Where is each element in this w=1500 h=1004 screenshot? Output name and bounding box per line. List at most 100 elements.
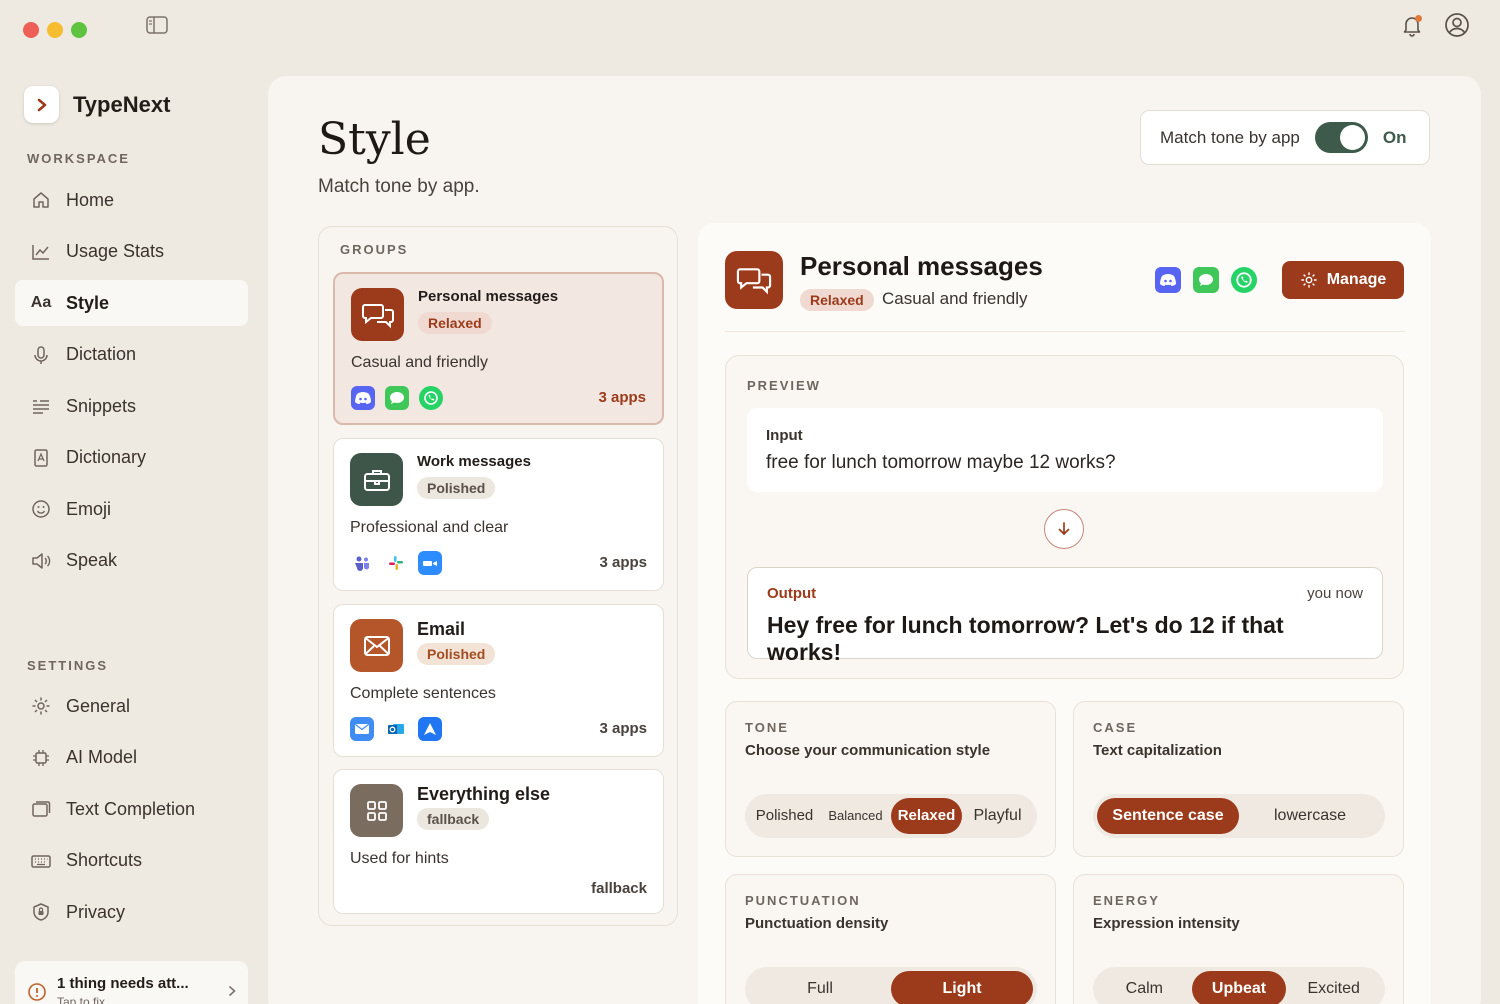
group-detail-panel: Personal messages Relaxed Casual and fri…: [698, 223, 1431, 1004]
sidebar-item-usage-stats[interactable]: Usage Stats: [15, 229, 248, 275]
sidebar-item-label: Home: [66, 189, 115, 210]
group-app-icons: [350, 551, 442, 575]
sidebar-item-dictation[interactable]: Dictation: [15, 332, 248, 378]
app-name: TypeNext: [73, 91, 171, 117]
text-style-icon: Aa: [30, 294, 52, 311]
messages-icon: [385, 386, 409, 410]
tone-option-polished[interactable]: Polished: [749, 798, 820, 834]
bell-icon[interactable]: [1400, 13, 1424, 37]
sidebar-item-label: Speak: [66, 550, 118, 570]
tone-option-playful[interactable]: Playful: [962, 798, 1033, 834]
gear-icon: [30, 695, 52, 717]
group-description: Casual and friendly: [351, 354, 488, 371]
account-icon[interactable]: [1444, 12, 1470, 38]
divider: [725, 331, 1405, 332]
preview-output-label: Output: [767, 585, 817, 602]
group-name: Work messages: [417, 453, 531, 470]
sidebar-item-snippets[interactable]: Snippets: [15, 383, 248, 429]
sidebar-item-style[interactable]: Aa Style: [15, 280, 248, 326]
case-subtitle: Text capitalization: [1093, 742, 1222, 759]
app-logo-icon: [24, 86, 59, 123]
minimize-window-button[interactable]: [47, 22, 63, 38]
snippets-icon: [30, 395, 52, 417]
sidebar-item-emoji[interactable]: Emoji: [15, 486, 248, 532]
briefcase-icon: [350, 453, 403, 506]
window-icon: [30, 798, 52, 820]
preview-input-box: Input free for lunch tomorrow maybe 12 w…: [747, 408, 1383, 492]
main-panel: Style Match tone by app. Match tone by a…: [268, 76, 1481, 1004]
group-card-email[interactable]: Email Polished Complete sentences 3 apps: [333, 604, 664, 757]
case-option-lowercase[interactable]: lowercase: [1239, 798, 1381, 834]
punctuation-option-light[interactable]: Light: [891, 971, 1033, 1004]
punctuation-option-full[interactable]: Full: [749, 971, 891, 1004]
keyboard-icon: [30, 850, 52, 872]
sidebar-item-ai-model[interactable]: AI Model: [15, 735, 248, 781]
teams-icon: [350, 551, 374, 575]
sidebar-item-shortcuts[interactable]: Shortcuts: [15, 838, 248, 884]
tone-subtitle: Choose your communication style: [745, 742, 991, 759]
case-option-sentence-case[interactable]: Sentence case: [1097, 798, 1239, 834]
page-subtitle: Match tone by app.: [318, 176, 480, 197]
punctuation-label: PUNCTUATION: [745, 893, 861, 908]
group-tone-badge: Polished: [417, 643, 496, 665]
match-tone-label: Match tone by app: [1160, 127, 1300, 147]
sidebar-item-label: Shortcuts: [66, 850, 143, 870]
chip-icon: [30, 747, 52, 769]
group-app-icons: [350, 717, 442, 741]
zoom-window-button[interactable]: [71, 22, 87, 38]
book-icon: [30, 447, 52, 469]
case-label: CASE: [1093, 720, 1138, 735]
group-tone-badge: fallback: [417, 808, 490, 830]
workspace-section-label: WORKSPACE: [27, 151, 130, 166]
brand: TypeNext: [24, 86, 170, 123]
energy-option-calm[interactable]: Calm: [1097, 971, 1192, 1004]
group-app-icons: [351, 386, 443, 410]
case-card: CASE Text capitalization Sentence case l…: [1073, 701, 1404, 857]
arrow-down-icon: [1044, 509, 1084, 549]
sidebar-item-text-completion[interactable]: Text Completion: [15, 786, 248, 832]
attention-banner[interactable]: 1 thing needs att... Tap to fix: [15, 961, 248, 1004]
group-name: Personal messages: [418, 288, 559, 305]
attention-title: 1 thing needs att...: [57, 975, 189, 992]
punctuation-card: PUNCTUATION Punctuation density Full Lig…: [725, 874, 1056, 1004]
mail-icon: [350, 717, 374, 741]
group-app-count: 3 apps: [598, 389, 646, 406]
punctuation-subtitle: Punctuation density: [745, 915, 889, 932]
sidebar-item-label: AI Model: [66, 747, 138, 767]
sidebar-item-label: Usage Stats: [66, 241, 165, 261]
sidebar-item-label: Snippets: [66, 395, 137, 416]
group-card-everything-else[interactable]: Everything else fallback Used for hints …: [333, 769, 664, 914]
sidebar-toggle-icon[interactable]: [146, 16, 168, 34]
tone-option-balanced[interactable]: Balanced: [820, 798, 891, 834]
tone-segmented-control: Polished Balanced Relaxed Playful: [745, 794, 1037, 838]
close-window-button[interactable]: [23, 22, 39, 38]
sidebar-item-label: Privacy: [66, 901, 126, 922]
sidebar-item-home[interactable]: Home: [15, 177, 248, 223]
workspace-nav: Home Usage Stats Aa Style Dictation Snip…: [15, 177, 248, 589]
manage-button[interactable]: Manage: [1282, 261, 1404, 299]
attention-subtitle: Tap to fix: [57, 995, 106, 1004]
preview-input-text: free for lunch tomorrow maybe 12 works?: [766, 452, 1116, 473]
slack-icon: [384, 551, 408, 575]
group-card-personal-messages[interactable]: Personal messages Relaxed Casual and fri…: [333, 272, 664, 425]
match-tone-toggle[interactable]: [1314, 122, 1368, 153]
toggle-state-label: On: [1382, 127, 1407, 147]
groups-panel: GROUPS Personal messages Relaxed Casual …: [318, 226, 678, 926]
tone-label: TONE: [745, 720, 789, 735]
energy-option-upbeat[interactable]: Upbeat: [1191, 971, 1287, 1004]
toggle-knob: [1339, 125, 1365, 150]
tone-option-relaxed[interactable]: Relaxed: [891, 798, 962, 834]
group-card-work-messages[interactable]: Work messages Polished Professional and …: [333, 438, 664, 591]
group-tone-badge: Relaxed: [418, 312, 492, 334]
sidebar-item-label: Text Completion: [66, 798, 196, 819]
detail-tone-badge: Relaxed: [800, 289, 874, 311]
preview-panel: PREVIEW Input free for lunch tomorrow ma…: [725, 355, 1404, 679]
zoom-icon: [418, 551, 442, 575]
sidebar-item-speak[interactable]: Speak: [15, 538, 248, 584]
chart-icon: [30, 241, 52, 263]
sidebar-item-privacy[interactable]: Privacy: [15, 889, 248, 935]
energy-option-excited[interactable]: Excited: [1286, 971, 1381, 1004]
sidebar-item-dictionary[interactable]: Dictionary: [15, 435, 248, 481]
sidebar-item-general[interactable]: General: [15, 683, 248, 729]
group-app-count: fallback: [591, 880, 647, 897]
